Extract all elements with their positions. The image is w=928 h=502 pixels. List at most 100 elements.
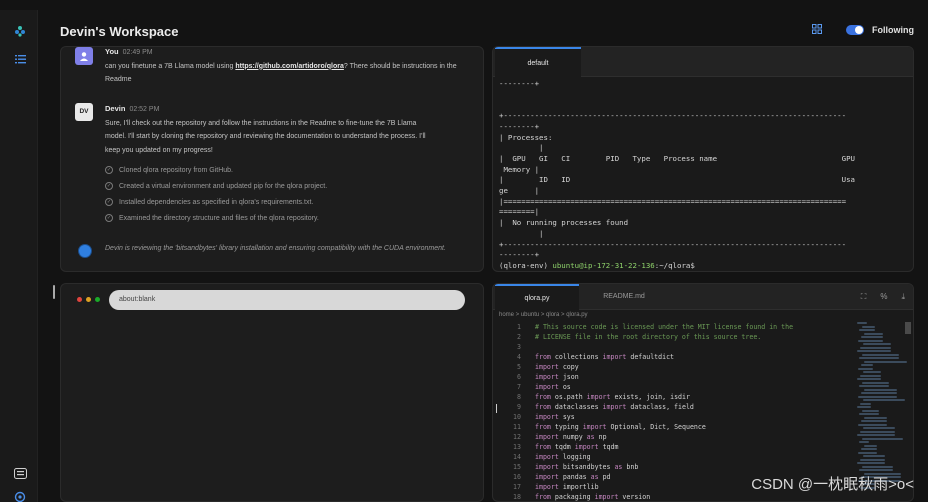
minimap-line xyxy=(857,462,885,464)
list-icon[interactable] xyxy=(13,52,27,66)
header-actions: Following xyxy=(812,24,914,36)
code-text: # This source code is licensed under the… xyxy=(535,323,794,331)
mouse-cursor-icon xyxy=(496,404,502,413)
check-circle-icon: ✓ xyxy=(105,198,113,206)
terminal-line: |=======================================… xyxy=(499,196,847,206)
step-item: ✓ Examined the directory structure and fi… xyxy=(105,214,319,222)
line-number: 18 xyxy=(513,493,521,501)
minimap-line xyxy=(861,336,883,338)
address-bar[interactable]: about:blank xyxy=(109,290,465,310)
minimap-line xyxy=(862,437,903,440)
download-icon[interactable]: ⤓ xyxy=(901,292,905,302)
code-line: 10 import sys xyxy=(493,412,847,422)
minimap-line xyxy=(858,339,883,342)
minimap-line xyxy=(863,455,885,457)
line-number: 16 xyxy=(513,473,521,481)
line-number: 1 xyxy=(517,323,521,331)
step-item: ✓ Installed dependencies as specified in … xyxy=(105,198,313,206)
expand-icon[interactable]: ⛶ xyxy=(861,292,867,302)
terminal-line: | ID ID Usa xyxy=(499,175,855,185)
code-line: 14 import logging xyxy=(493,452,847,462)
code-line: 12 import numpy as np xyxy=(493,432,847,442)
minimap-line xyxy=(864,444,877,447)
devin-logo-icon[interactable] xyxy=(13,24,27,38)
devin-timestamp: 02:52 PM xyxy=(129,106,160,113)
prompt-user: ubuntu@ip-172-31-22-136 xyxy=(552,260,655,270)
minimap-line xyxy=(860,458,885,461)
status-spinner-icon xyxy=(79,245,91,257)
terminal-output[interactable]: --------+ +-----------------------------… xyxy=(499,79,907,271)
terminal-line: | Processes: xyxy=(499,132,553,142)
repo-link[interactable]: https://github.com/artidoro/qlora xyxy=(235,63,344,70)
minimap-line xyxy=(857,406,871,408)
code-line: 8 from os.path import exists, join, isdir xyxy=(493,392,847,402)
editor-actions: ⛶ % ⤓ xyxy=(861,292,905,302)
tab-readme[interactable]: README.md xyxy=(581,284,667,310)
maximize-dot-icon[interactable] xyxy=(95,297,100,302)
editor-tabbar: qlora.py README.md ⛶ % ⤓ xyxy=(493,284,913,310)
minimap-line xyxy=(860,402,871,405)
code-line: 3 xyxy=(493,342,847,352)
minimap-line xyxy=(861,392,897,394)
grid-layout-icon[interactable] xyxy=(812,24,822,36)
code-text: # LICENSE file in the root directory of … xyxy=(535,333,762,341)
minimap-line xyxy=(859,329,875,331)
minimap-line xyxy=(857,350,891,352)
prompt-path: :~/qlora$ xyxy=(654,260,695,270)
code-line: 5 import copy xyxy=(493,362,847,372)
minimap-line xyxy=(862,465,893,468)
user-avatar xyxy=(75,47,93,65)
tab-default[interactable]: default xyxy=(495,47,581,77)
minimap-line xyxy=(859,469,893,471)
line-number: 7 xyxy=(517,383,521,391)
devin-message-text: Sure, I'll check out the repository and … xyxy=(105,119,426,154)
minimap-line xyxy=(863,427,895,429)
terminal-line: --------+ xyxy=(499,79,540,88)
prompt-env: (qlora-env) xyxy=(499,260,553,270)
minimap-line xyxy=(857,378,881,380)
code-line: 1 # This source code is licensed under th… xyxy=(493,322,847,332)
breadcrumb: home > ubuntu > qlora > qlora.py xyxy=(499,312,588,318)
panel-resize-handle[interactable] xyxy=(53,285,55,299)
scrollbar-thumb[interactable] xyxy=(905,322,911,334)
minimap-line xyxy=(861,448,877,450)
code-text: import sys xyxy=(535,413,575,421)
minimap-line xyxy=(859,357,899,359)
code-line: 13 from tqdm import tqdm xyxy=(493,442,847,452)
status-text: Devin is reviewing the 'bitsandbytes' li… xyxy=(105,245,446,252)
user-message-text: can you finetune a 7B Llama model using … xyxy=(105,60,473,87)
settings-icon[interactable] xyxy=(13,490,27,502)
step-item: ✓ Created a virtual environment and updat… xyxy=(105,182,327,190)
code-text: import json xyxy=(535,373,579,381)
editor-panel: qlora.py README.md ⛶ % ⤓ home > ubuntu >… xyxy=(492,283,914,502)
code-text: import logging xyxy=(535,453,591,461)
tab-qlora-py[interactable]: qlora.py xyxy=(495,284,579,310)
line-number: 5 xyxy=(517,363,521,371)
following-toggle[interactable] xyxy=(846,25,864,35)
terminal-line: | xyxy=(499,143,544,153)
check-circle-icon: ✓ xyxy=(105,182,113,190)
terminal-line: | GPU GI CI PID Type Process name GPU xyxy=(499,153,855,163)
following-label: Following xyxy=(872,25,914,35)
diff-icon[interactable]: % xyxy=(880,292,887,302)
minimize-dot-icon[interactable] xyxy=(86,297,91,302)
minimap-line xyxy=(859,413,879,415)
terminal-line: --------+ xyxy=(499,250,540,260)
minimap[interactable] xyxy=(857,322,907,497)
minimap-line xyxy=(862,325,875,328)
close-dot-icon[interactable] xyxy=(77,297,82,302)
left-rail xyxy=(0,10,38,502)
user-text-before: can you finetune a 7B Llama model using xyxy=(105,62,236,70)
line-number: 10 xyxy=(513,413,521,421)
minimap-line xyxy=(863,371,881,373)
terminal-panel: default --------+ +---------------------… xyxy=(492,46,914,272)
code-text: import numpy as np xyxy=(535,433,607,441)
minimap-line xyxy=(864,332,883,335)
minimap-line xyxy=(862,381,889,384)
terminal-line: --------+ xyxy=(499,121,540,131)
terminal-line: Memory | xyxy=(499,164,540,174)
keyboard-icon[interactable] xyxy=(13,466,27,480)
code-text: from typing import Optional, Dict, Seque… xyxy=(535,423,706,431)
code-line: 4 from collections import defaultdict xyxy=(493,352,847,362)
